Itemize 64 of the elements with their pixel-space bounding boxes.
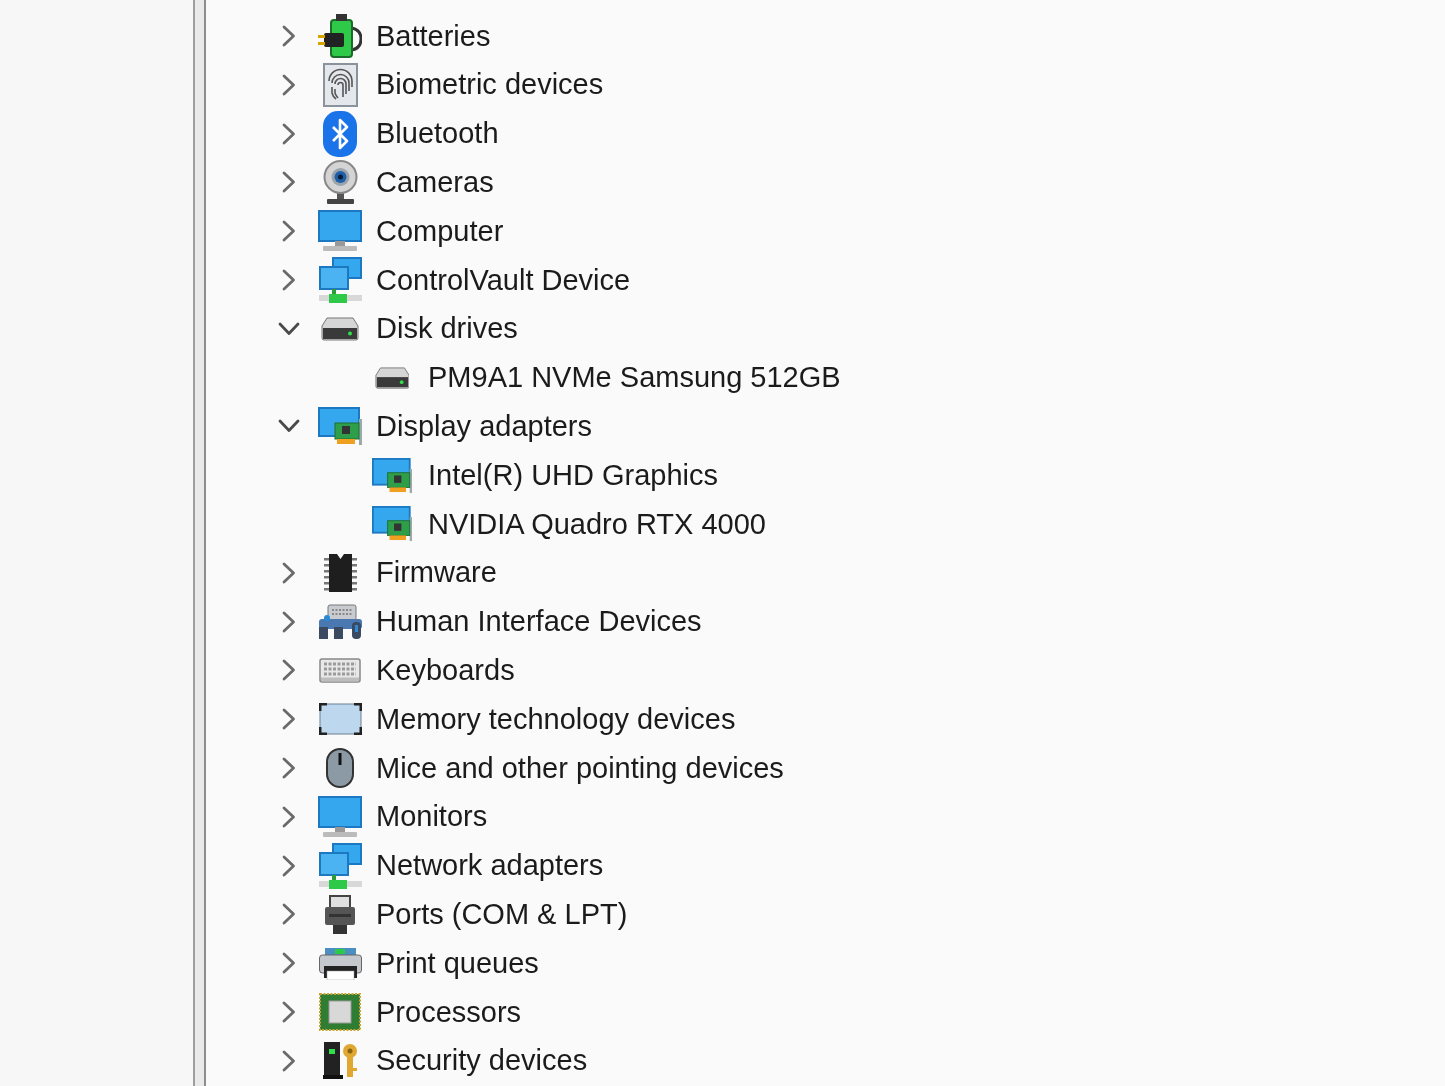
tree-item-label[interactable]: Firmware xyxy=(376,555,497,591)
tree-item-label[interactable]: Display adapters xyxy=(376,408,592,444)
chevron-right-icon[interactable] xyxy=(282,952,296,975)
tower-and-key-icon xyxy=(322,1042,358,1080)
chevron-right-icon[interactable] xyxy=(282,171,296,194)
chevron-right-icon[interactable] xyxy=(282,756,296,779)
tree-item-label[interactable]: Network adapters xyxy=(376,848,604,883)
mouse-icon xyxy=(326,747,354,788)
tree-item-label[interactable]: Disk drives xyxy=(376,311,518,347)
tree-item-label[interactable]: Computer xyxy=(376,213,504,249)
chevron-right-icon[interactable] xyxy=(282,220,296,243)
network-monitors-icon xyxy=(318,842,362,889)
tree-item-label[interactable]: Monitors xyxy=(376,799,488,835)
tree-item-label[interactable]: Keyboards xyxy=(376,652,515,688)
chevron-right-icon[interactable] xyxy=(282,805,296,828)
chevron-right-icon[interactable] xyxy=(282,122,296,145)
disk-drive-icon xyxy=(321,316,359,341)
chevron-right-icon[interactable] xyxy=(282,610,296,633)
tree-item-label[interactable]: Biometric devices xyxy=(376,67,604,103)
keyboard-and-gamepad-icon xyxy=(318,604,362,640)
monitor-icon xyxy=(318,795,362,838)
display-adapter-icon xyxy=(318,407,362,446)
tree-item-label[interactable]: Ports (COM & LPT) xyxy=(376,896,628,932)
tree-item-label[interactable]: Intel(R) UHD Graphics xyxy=(428,457,719,493)
processor-icon xyxy=(319,992,361,1031)
battery-plug-icon xyxy=(318,13,362,59)
chip-icon xyxy=(322,552,358,593)
monitor-icon xyxy=(318,210,362,253)
tree-item-label[interactable]: Cameras xyxy=(376,165,494,200)
chevron-right-icon[interactable] xyxy=(282,659,296,682)
chevron-right-icon[interactable] xyxy=(282,854,296,877)
network-monitors-icon xyxy=(318,256,362,303)
tree-item-label[interactable]: Bluetooth xyxy=(376,116,499,151)
tree-item-label[interactable]: NVIDIA Quadro RTX 4000 xyxy=(428,506,766,542)
chevron-right-icon[interactable] xyxy=(282,25,296,47)
disk-drive-icon xyxy=(374,366,410,389)
tree-item-label[interactable]: Print queues xyxy=(376,945,539,981)
chevron-right-icon[interactable] xyxy=(282,268,296,291)
tree-item-label[interactable]: Processors xyxy=(376,994,522,1030)
chevron-right-icon[interactable] xyxy=(282,708,296,731)
pane-splitter[interactable] xyxy=(193,0,206,1086)
tree-item-label[interactable]: PM9A1 NVMe Samsung 512GB xyxy=(428,360,841,395)
chevron-right-icon[interactable] xyxy=(282,1049,296,1072)
display-adapter-icon xyxy=(371,457,413,493)
tree-item-label[interactable]: Batteries xyxy=(376,18,491,54)
tree-item-label[interactable]: Mice and other pointing devices xyxy=(376,750,784,786)
chevron-right-icon[interactable] xyxy=(282,73,296,96)
keyboard-icon xyxy=(319,657,361,683)
chevron-right-icon[interactable] xyxy=(282,903,296,926)
chevron-right-icon[interactable] xyxy=(282,1000,296,1023)
tree-item-label[interactable]: Security devices xyxy=(376,1043,588,1079)
webcam-icon xyxy=(321,160,359,205)
connector-plug-icon xyxy=(325,894,355,934)
bluetooth-icon xyxy=(323,110,357,157)
chevron-down-icon[interactable] xyxy=(278,321,300,336)
chevron-right-icon[interactable] xyxy=(282,561,296,584)
chevron-down-icon[interactable] xyxy=(278,419,300,434)
tree-item-label[interactable]: Human Interface Devices xyxy=(376,604,702,639)
display-adapter-icon xyxy=(371,506,413,542)
memory-card-icon xyxy=(318,703,362,736)
tree-item-label[interactable]: ControlVault Device xyxy=(376,262,631,298)
printer-icon xyxy=(318,946,362,980)
fingerprint-icon xyxy=(322,62,358,107)
tree-item-label[interactable]: Memory technology devices xyxy=(376,701,736,737)
